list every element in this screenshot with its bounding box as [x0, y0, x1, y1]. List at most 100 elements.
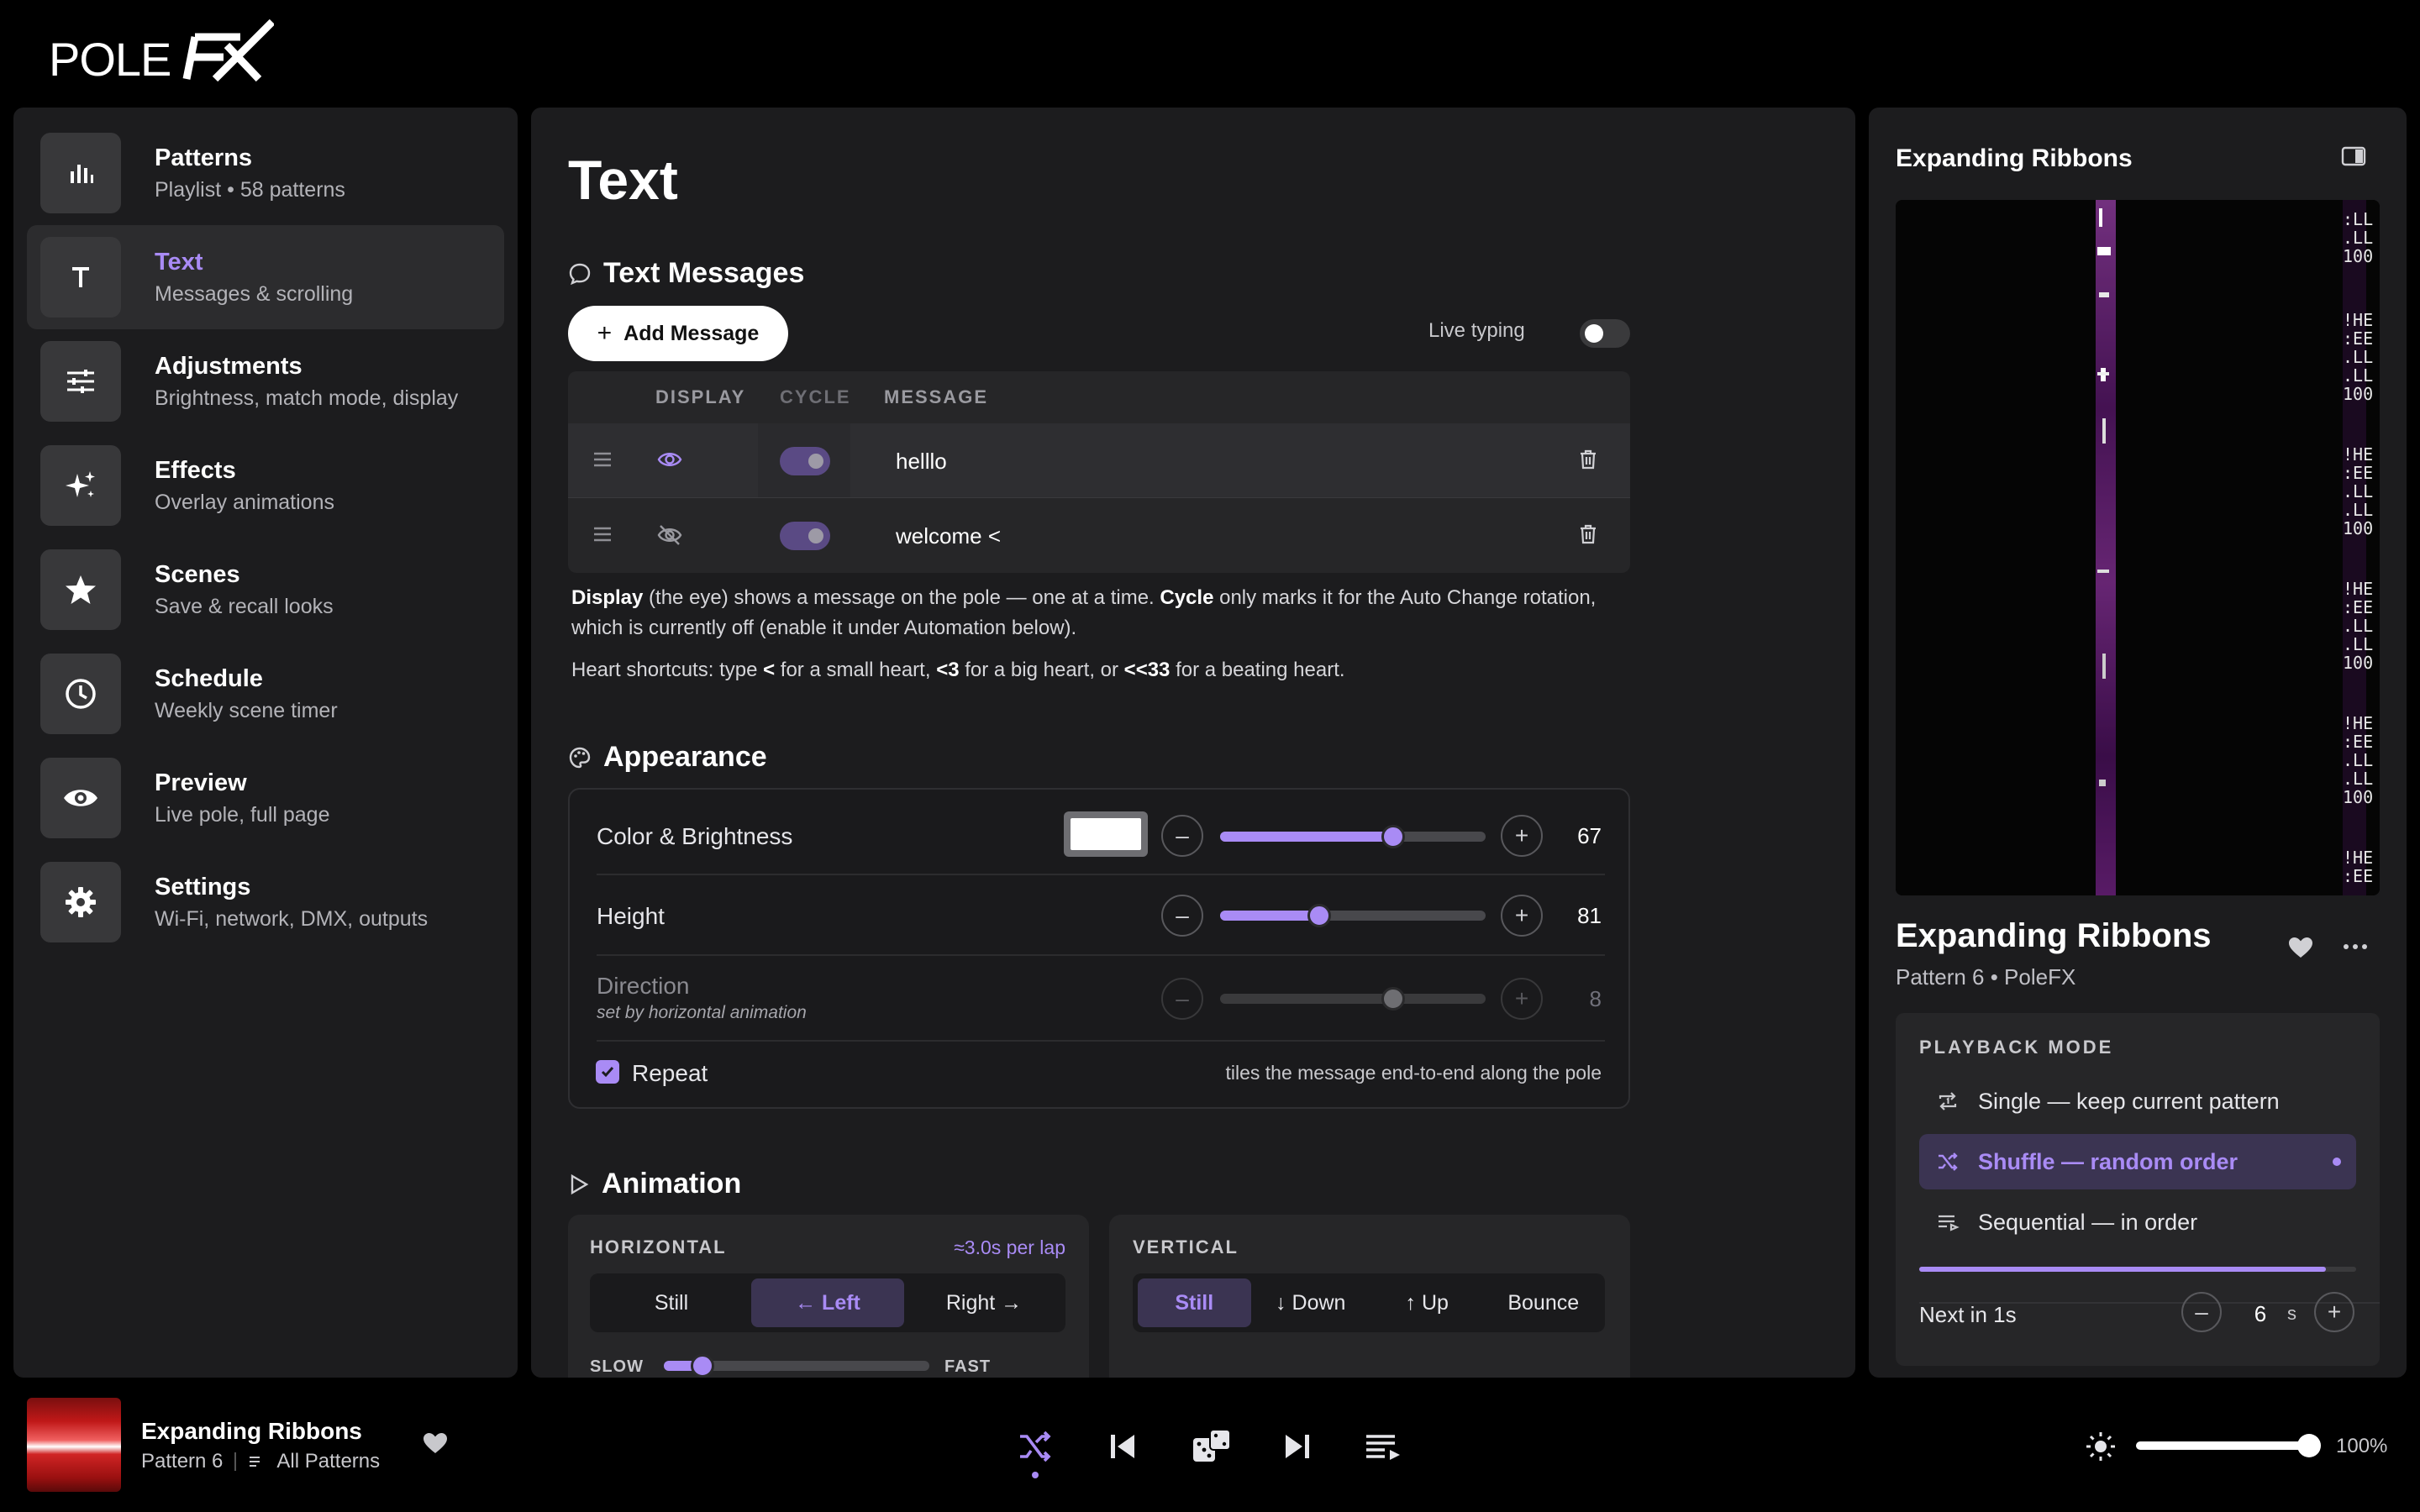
drag-handle-icon[interactable] — [592, 449, 613, 470]
vertical-option-up[interactable]: ↑ Up — [1370, 1278, 1484, 1327]
repeat-one-icon — [1936, 1090, 1960, 1112]
message-text[interactable]: welcome < — [896, 523, 1001, 549]
playback-option-shuffle[interactable]: Shuffle — random order — [1919, 1134, 2356, 1189]
sidebar-item-subtitle: Live pole, full page — [155, 803, 330, 827]
add-message-button[interactable]: + Add Message — [568, 306, 788, 361]
speed-slider-thumb[interactable] — [691, 1354, 714, 1378]
playback-option-single[interactable]: Single — keep current pattern — [1919, 1074, 2356, 1129]
vertical-option-down[interactable]: ↓ Down — [1255, 1278, 1368, 1327]
progress-fill — [1919, 1267, 2326, 1272]
direction-label: Direction — [597, 973, 690, 999]
polefx-logo: POLE — [47, 15, 274, 96]
brightness-slider-thumb[interactable] — [1381, 825, 1405, 848]
interval-unit: s — [2287, 1303, 2296, 1324]
note-text: for a big heart, or — [959, 659, 1124, 681]
vertical-label: VERTICAL — [1133, 1236, 1239, 1257]
height-plus-button[interactable]: + — [1501, 895, 1543, 937]
brightness-plus-button[interactable]: + — [1501, 815, 1543, 857]
height-slider-thumb[interactable] — [1307, 904, 1331, 927]
cycle-toggle[interactable] — [780, 447, 830, 475]
note-text: (the eye) shows a message on the pole — … — [643, 586, 1160, 609]
svg-text:POLE: POLE — [49, 33, 171, 86]
note-text: for a beating heart. — [1170, 659, 1345, 681]
vertical-option-still[interactable]: Still — [1138, 1278, 1251, 1327]
sidebar-item-schedule[interactable]: Schedule Weekly scene timer — [27, 642, 504, 746]
sidebar-item-adjustments[interactable]: Adjustments Brightness, match mode, disp… — [27, 329, 504, 433]
clock-icon — [40, 654, 121, 734]
sparkles-icon — [40, 445, 121, 526]
horizontal-option-left[interactable]: ← Left — [751, 1278, 904, 1327]
sliders-icon — [40, 341, 121, 422]
queue-button[interactable] — [1365, 1431, 1403, 1462]
heart-icon[interactable] — [2287, 936, 2314, 959]
heart-icon[interactable] — [422, 1431, 449, 1455]
playlist-name[interactable]: All Patterns — [276, 1450, 380, 1473]
list-icon — [1936, 1211, 1960, 1233]
color-swatch[interactable] — [1064, 811, 1148, 857]
random-pattern-button[interactable] — [1192, 1428, 1232, 1465]
separator — [234, 1452, 237, 1471]
note-bold-cycle: Cycle — [1160, 586, 1214, 609]
playback-option-label: Single — keep current pattern — [1978, 1088, 2280, 1114]
shuffle-button[interactable] — [1017, 1428, 1054, 1465]
next-button[interactable] — [1282, 1431, 1313, 1462]
direction-value: 8 — [1589, 986, 1602, 1011]
sidebar-item-subtitle: Overlay animations — [155, 491, 334, 514]
eye-off-icon[interactable] — [657, 523, 682, 547]
table-row: helllo — [568, 423, 1630, 497]
trash-icon[interactable] — [1578, 449, 1598, 470]
sidebar-item-subtitle: Save & recall looks — [155, 595, 334, 618]
drag-handle-icon[interactable] — [592, 523, 613, 545]
sidebar-item-settings[interactable]: Settings Wi-Fi, network, DMX, outputs — [27, 850, 504, 954]
sidebar-item-subtitle: Playlist • 58 patterns — [155, 178, 345, 202]
previous-button[interactable] — [1107, 1431, 1138, 1462]
now-playing-thumbnail[interactable] — [27, 1398, 121, 1492]
live-typing-label: Live typing — [1428, 319, 1525, 342]
brightness-value: 67 — [1577, 823, 1602, 848]
direction-sublabel: set by horizontal animation — [597, 1003, 807, 1022]
live-typing-toggle[interactable] — [1580, 319, 1630, 348]
more-options-icon[interactable] — [2343, 942, 2368, 951]
palette-icon — [568, 746, 592, 769]
interval-value[interactable]: 6 — [2244, 1301, 2277, 1327]
interval-minus-button[interactable]: – — [2181, 1292, 2222, 1332]
next-in-text: Next in 1s — [1919, 1302, 2017, 1327]
height-slider[interactable] — [1220, 911, 1486, 921]
sidebar-item-scenes[interactable]: Scenes Save & recall looks — [27, 538, 504, 642]
trash-icon[interactable] — [1578, 523, 1598, 545]
master-brightness-slider[interactable] — [2136, 1441, 2312, 1450]
interval-plus-button[interactable]: + — [2314, 1292, 2354, 1332]
skip-back-icon — [1111, 1435, 1134, 1458]
text-t-icon — [40, 237, 121, 318]
pattern-preview[interactable]: :LL .LL 100 !HE:EE .LL .LL 100 !HE:EE .LL .LL 10… — [1896, 200, 2380, 895]
sidebar-item-preview[interactable]: Preview Live pole, full page — [27, 746, 504, 850]
message-text[interactable]: helllo — [896, 449, 947, 475]
sun-icon — [2084, 1430, 2118, 1463]
sidebar-item-subtitle: Weekly scene timer — [155, 699, 338, 722]
height-minus-button[interactable]: – — [1161, 895, 1203, 937]
column-header-cycle: CYCLE — [780, 386, 851, 407]
now-playing-subtitle: Pattern 6 • PoleFX — [1896, 964, 2076, 990]
sidebar-toggle-icon[interactable] — [2341, 146, 2366, 166]
section-title: Animation — [602, 1168, 742, 1200]
check-icon — [601, 1067, 614, 1078]
repeat-checkbox[interactable] — [596, 1060, 619, 1084]
vertical-option-bounce[interactable]: Bounce — [1487, 1278, 1601, 1327]
sidebar-item-effects[interactable]: Effects Overlay animations — [27, 433, 504, 538]
star-icon — [40, 549, 121, 630]
animation-heading[interactable]: Animation — [568, 1168, 741, 1200]
brightness-slider[interactable] — [1220, 832, 1486, 842]
brightness-minus-button[interactable]: – — [1161, 815, 1203, 857]
bars-chart-icon — [40, 133, 121, 213]
horizontal-option-still[interactable]: Still — [595, 1278, 748, 1327]
sidebar-item-patterns[interactable]: Patterns Playlist • 58 patterns — [27, 121, 504, 225]
column-header-message: MESSAGE — [884, 386, 989, 407]
playback-option-sequential[interactable]: Sequential — in order — [1919, 1194, 2356, 1250]
section-title: Appearance — [603, 741, 767, 773]
cycle-toggle[interactable] — [780, 522, 830, 550]
sidebar-item-text[interactable]: Text Messages & scrolling — [27, 225, 504, 329]
eye-icon[interactable] — [657, 449, 682, 470]
playback-option-label: Sequential — in order — [1978, 1209, 2198, 1235]
master-brightness-thumb[interactable] — [2297, 1434, 2321, 1457]
horizontal-option-right[interactable]: Right → — [908, 1278, 1060, 1327]
